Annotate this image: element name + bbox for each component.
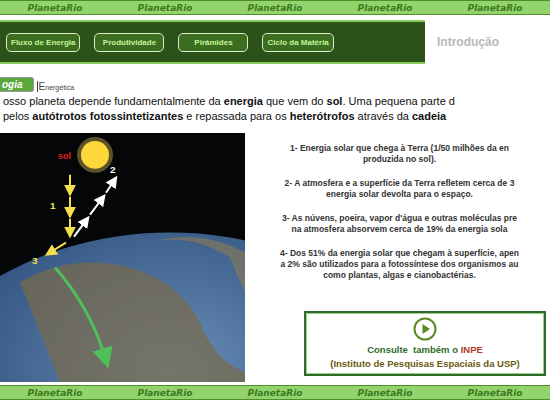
section-subtitle: Energética (37, 81, 74, 92)
intro-paragraph: osso planeta depende fundamentalmente da… (0, 94, 550, 124)
paragraph-line: osso planeta depende fundamentalmente da… (3, 94, 550, 109)
link-title: Consulte também o INPE (367, 344, 483, 355)
border-text: PlanetaRio (248, 3, 303, 13)
fact-line: 3- As núvens, poeira, vapor d'água e out… (253, 213, 546, 224)
page: PlanetaRio PlanetaRio PlanetaRio PlanetaRio… (0, 0, 550, 400)
arrow-label: 2 (110, 164, 116, 175)
earth-diagram: sol 1 2 3 (0, 133, 245, 382)
nav-button[interactable]: Ciclo da Matéria (262, 33, 333, 52)
border-text: PlanetaRio (248, 388, 303, 398)
section-tab: ogia (0, 77, 34, 92)
nav-button[interactable]: Produtividade (94, 33, 164, 52)
main-content: sol 1 2 3 1- Energia solar que chega à Terra… (0, 133, 550, 382)
border-text: PlanetaRio (28, 388, 83, 398)
sun-label: sol (58, 151, 71, 161)
fact-line: produzida no sol). (253, 154, 546, 165)
play-icon[interactable] (413, 317, 437, 341)
border-text: PlanetaRio (138, 388, 193, 398)
border-text: PlanetaRio (358, 388, 413, 398)
nav-bar: Fluxo de Energia Produtividade Pirâmides Ci… (0, 20, 425, 64)
fact-item: 2- A atmosfera e a superfície da Terra r… (253, 178, 546, 200)
fact-line: na atmosfera absorvem cerca de 19% da en… (253, 224, 546, 235)
fact-line: energia solar devolta para o espaço. (253, 189, 546, 200)
fact-line: como plantas, algas e cianobactérias. (253, 270, 546, 281)
nav-row: Fluxo de Energia Produtividade Pirâmides Ci… (0, 20, 550, 64)
link-subtitle: (Instituto de Pesquisas Espaciais da USP… (330, 358, 520, 369)
border-text: PlanetaRio (468, 3, 523, 13)
current-page-title: Introdução (425, 20, 550, 64)
nav-button[interactable]: Pirâmides (178, 33, 248, 52)
side-panel: 1- Energia solar que chega à Terra (1/50… (245, 133, 550, 382)
border-text: PlanetaRio (468, 388, 523, 398)
top-border: PlanetaRio PlanetaRio PlanetaRio PlanetaRio… (0, 0, 550, 15)
fact-item: 3- As núvens, poeira, vapor d'água e out… (253, 213, 546, 235)
arrow-label: 3 (32, 255, 38, 266)
arrow-label: 1 (50, 200, 56, 211)
nav-button[interactable]: Fluxo de Energia (6, 33, 80, 52)
fact-line: 4- Dos 51% da energia solar que chegam à… (253, 248, 546, 259)
fact-item: 1- Energia solar que chega à Terra (1/50… (253, 143, 546, 165)
fact-line: a 2% são utilizados para a fotossíntese … (253, 259, 546, 270)
border-text: PlanetaRio (358, 3, 413, 13)
bottom-border: PlanetaRio PlanetaRio PlanetaRio PlanetaRio… (0, 385, 550, 400)
fact-line: 1- Energia solar que chega à Terra (1/50… (253, 143, 546, 154)
section-tab-row: ogiaEnergética (0, 77, 550, 92)
paragraph-line: pelos autótrotos fotossintetizantes e re… (3, 109, 550, 124)
fact-item: 4- Dos 51% da energia solar que chegam à… (253, 248, 546, 281)
border-text: PlanetaRio (28, 3, 83, 13)
facts-list: 1- Energia solar que chega à Terra (1/50… (253, 143, 546, 281)
fact-line: 2- A atmosfera e a superfície da Terra r… (253, 178, 546, 189)
inpe-link-box[interactable]: Consulte também o INPE (Instituto de Pesq… (304, 311, 546, 376)
border-text: PlanetaRio (138, 3, 193, 13)
